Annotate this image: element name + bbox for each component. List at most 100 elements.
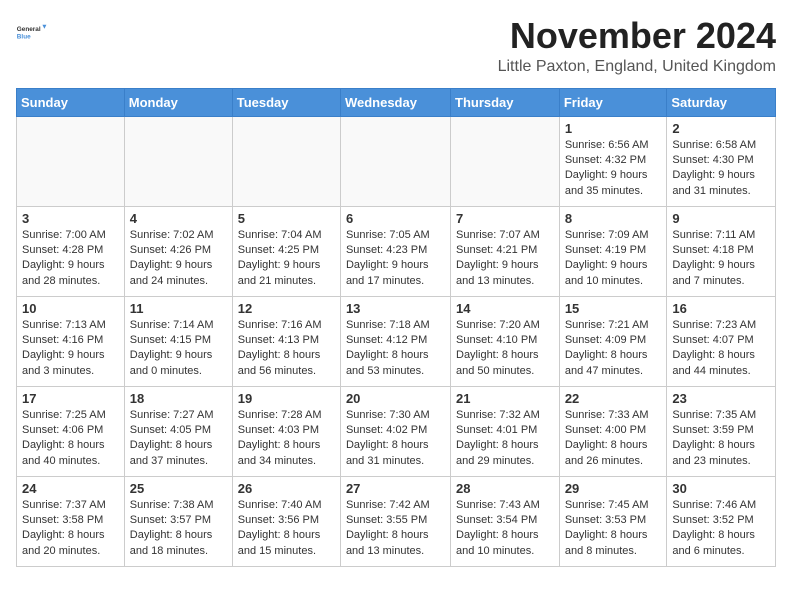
calendar-table: SundayMondayTuesdayWednesdayThursdayFrid… [16, 88, 776, 567]
calendar-cell [232, 116, 340, 206]
day-info: Sunrise: 7:00 AM Sunset: 4:28 PM Dayligh… [22, 228, 119, 290]
weekday-header-friday: Friday [559, 88, 667, 116]
weekday-header-monday: Monday [124, 88, 232, 116]
day-number: 22 [565, 391, 662, 406]
day-info: Sunrise: 6:56 AM Sunset: 4:32 PM Dayligh… [565, 138, 662, 200]
calendar-cell: 2Sunrise: 6:58 AM Sunset: 4:30 PM Daylig… [667, 116, 776, 206]
day-info: Sunrise: 7:42 AM Sunset: 3:55 PM Dayligh… [346, 498, 445, 560]
day-info: Sunrise: 7:27 AM Sunset: 4:05 PM Dayligh… [130, 408, 227, 470]
day-info: Sunrise: 7:05 AM Sunset: 4:23 PM Dayligh… [346, 228, 445, 290]
calendar-week-1: 3 Sunrise: 7:00 AM Sunset: 4:28 PM Daylig… [17, 206, 776, 296]
day-info: Sunrise: 7:21 AM Sunset: 4:09 PM Dayligh… [565, 318, 662, 380]
calendar-week-0: 1 Sunrise: 6:56 AM Sunset: 4:32 PM Daylig… [17, 116, 776, 206]
calendar-cell: 3 Sunrise: 7:00 AM Sunset: 4:28 PM Daylig… [17, 206, 125, 296]
day-number: 5 [238, 211, 335, 226]
calendar-cell: 12Sunrise: 7:16 AM Sunset: 4:13 PM Dayli… [232, 296, 340, 386]
day-number: 24 [22, 481, 119, 496]
calendar-cell: 20Sunrise: 7:30 AM Sunset: 4:02 PM Dayli… [340, 386, 450, 476]
calendar-cell [17, 116, 125, 206]
day-info: Sunrise: 7:46 AM Sunset: 3:52 PM Dayligh… [672, 498, 770, 560]
day-number: 30 [672, 481, 770, 496]
day-info: Sunrise: 7:09 AM Sunset: 4:19 PM Dayligh… [565, 228, 662, 290]
day-info: Sunrise: 7:35 AM Sunset: 3:59 PM Dayligh… [672, 408, 770, 470]
calendar-cell: 29Sunrise: 7:45 AM Sunset: 3:53 PM Dayli… [559, 476, 667, 566]
day-number: 14 [456, 301, 554, 316]
calendar-cell: 11 Sunrise: 7:14 AM Sunset: 4:15 PM Dayli… [124, 296, 232, 386]
day-info: Sunrise: 6:58 AM Sunset: 4:30 PM Dayligh… [672, 138, 770, 200]
calendar-cell [451, 116, 560, 206]
svg-text:General: General [17, 26, 41, 33]
day-number: 23 [672, 391, 770, 406]
calendar-cell: 30 Sunrise: 7:46 AM Sunset: 3:52 PM Dayli… [667, 476, 776, 566]
weekday-header-row: SundayMondayTuesdayWednesdayThursdayFrid… [17, 88, 776, 116]
day-number: 27 [346, 481, 445, 496]
day-number: 21 [456, 391, 554, 406]
calendar-week-4: 24 Sunrise: 7:37 AM Sunset: 3:58 PM Dayli… [17, 476, 776, 566]
calendar-cell: 5 Sunrise: 7:04 AM Sunset: 4:25 PM Daylig… [232, 206, 340, 296]
weekday-header-saturday: Saturday [667, 88, 776, 116]
day-number: 3 [22, 211, 119, 226]
calendar-cell: 14 Sunrise: 7:20 AM Sunset: 4:10 PM Dayli… [451, 296, 560, 386]
day-number: 26 [238, 481, 335, 496]
logo: GeneralBlue [16, 16, 52, 48]
calendar-cell: 8 Sunrise: 7:09 AM Sunset: 4:19 PM Daylig… [559, 206, 667, 296]
calendar-cell: 23 Sunrise: 7:35 AM Sunset: 3:59 PM Dayli… [667, 386, 776, 476]
calendar-cell: 9Sunrise: 7:11 AM Sunset: 4:18 PM Daylig… [667, 206, 776, 296]
day-info: Sunrise: 7:18 AM Sunset: 4:12 PM Dayligh… [346, 318, 445, 380]
day-info: Sunrise: 7:40 AM Sunset: 3:56 PM Dayligh… [238, 498, 335, 560]
month-title: November 2024 [498, 16, 776, 56]
weekday-header-wednesday: Wednesday [340, 88, 450, 116]
day-info: Sunrise: 7:28 AM Sunset: 4:03 PM Dayligh… [238, 408, 335, 470]
day-number: 16 [672, 301, 770, 316]
day-info: Sunrise: 7:20 AM Sunset: 4:10 PM Dayligh… [456, 318, 554, 380]
day-number: 28 [456, 481, 554, 496]
day-number: 10 [22, 301, 119, 316]
calendar-cell: 15Sunrise: 7:21 AM Sunset: 4:09 PM Dayli… [559, 296, 667, 386]
day-number: 25 [130, 481, 227, 496]
day-info: Sunrise: 7:38 AM Sunset: 3:57 PM Dayligh… [130, 498, 227, 560]
calendar-cell: 18 Sunrise: 7:27 AM Sunset: 4:05 PM Dayli… [124, 386, 232, 476]
calendar-cell: 7Sunrise: 7:07 AM Sunset: 4:21 PM Daylig… [451, 206, 560, 296]
calendar-cell: 16 Sunrise: 7:23 AM Sunset: 4:07 PM Dayli… [667, 296, 776, 386]
logo-icon: GeneralBlue [16, 16, 48, 48]
day-info: Sunrise: 7:23 AM Sunset: 4:07 PM Dayligh… [672, 318, 770, 380]
day-info: Sunrise: 7:14 AM Sunset: 4:15 PM Dayligh… [130, 318, 227, 380]
day-number: 1 [565, 121, 662, 136]
weekday-header-tuesday: Tuesday [232, 88, 340, 116]
day-info: Sunrise: 7:13 AM Sunset: 4:16 PM Dayligh… [22, 318, 119, 380]
calendar-cell: 25 Sunrise: 7:38 AM Sunset: 3:57 PM Dayli… [124, 476, 232, 566]
calendar-cell [340, 116, 450, 206]
day-number: 17 [22, 391, 119, 406]
day-info: Sunrise: 7:02 AM Sunset: 4:26 PM Dayligh… [130, 228, 227, 290]
calendar-cell: 22 Sunrise: 7:33 AM Sunset: 4:00 PM Dayli… [559, 386, 667, 476]
calendar-cell: 17 Sunrise: 7:25 AM Sunset: 4:06 PM Dayli… [17, 386, 125, 476]
weekday-header-thursday: Thursday [451, 88, 560, 116]
title-area: November 2024 Little Paxton, England, Un… [498, 16, 776, 76]
day-number: 13 [346, 301, 445, 316]
day-info: Sunrise: 7:25 AM Sunset: 4:06 PM Dayligh… [22, 408, 119, 470]
location-subtitle: Little Paxton, England, United Kingdom [498, 58, 776, 76]
day-info: Sunrise: 7:04 AM Sunset: 4:25 PM Dayligh… [238, 228, 335, 290]
calendar-cell: 24 Sunrise: 7:37 AM Sunset: 3:58 PM Dayli… [17, 476, 125, 566]
day-info: Sunrise: 7:32 AM Sunset: 4:01 PM Dayligh… [456, 408, 554, 470]
page-header: GeneralBlue November 2024 Little Paxton,… [16, 16, 776, 76]
day-number: 11 [130, 301, 227, 316]
day-number: 7 [456, 211, 554, 226]
day-number: 18 [130, 391, 227, 406]
day-number: 4 [130, 211, 227, 226]
day-info: Sunrise: 7:16 AM Sunset: 4:13 PM Dayligh… [238, 318, 335, 380]
day-number: 8 [565, 211, 662, 226]
calendar-cell: 4 Sunrise: 7:02 AM Sunset: 4:26 PM Daylig… [124, 206, 232, 296]
calendar-cell: 27 Sunrise: 7:42 AM Sunset: 3:55 PM Dayli… [340, 476, 450, 566]
calendar-cell: 19Sunrise: 7:28 AM Sunset: 4:03 PM Dayli… [232, 386, 340, 476]
calendar-week-2: 10 Sunrise: 7:13 AM Sunset: 4:16 PM Dayli… [17, 296, 776, 386]
calendar-cell: 6Sunrise: 7:05 AM Sunset: 4:23 PM Daylig… [340, 206, 450, 296]
calendar-cell: 26 Sunrise: 7:40 AM Sunset: 3:56 PM Dayli… [232, 476, 340, 566]
day-info: Sunrise: 7:37 AM Sunset: 3:58 PM Dayligh… [22, 498, 119, 560]
day-number: 9 [672, 211, 770, 226]
day-number: 20 [346, 391, 445, 406]
day-info: Sunrise: 7:33 AM Sunset: 4:00 PM Dayligh… [565, 408, 662, 470]
day-info: Sunrise: 7:45 AM Sunset: 3:53 PM Dayligh… [565, 498, 662, 560]
calendar-week-3: 17 Sunrise: 7:25 AM Sunset: 4:06 PM Dayli… [17, 386, 776, 476]
calendar-cell: 1 Sunrise: 6:56 AM Sunset: 4:32 PM Daylig… [559, 116, 667, 206]
